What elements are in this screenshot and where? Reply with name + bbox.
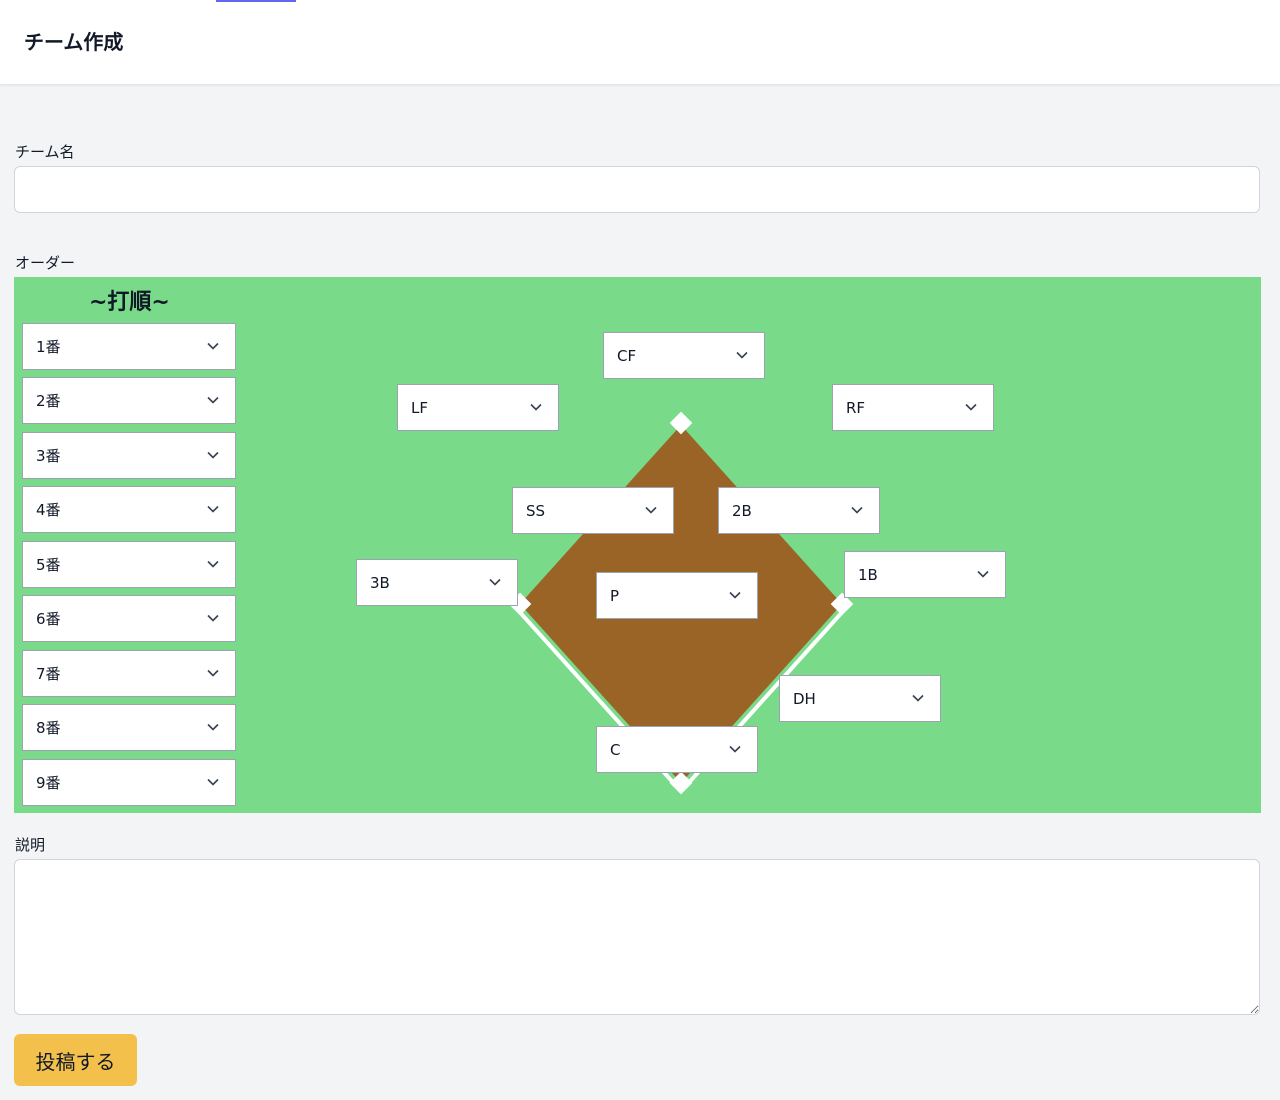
select-value: LF xyxy=(411,399,428,417)
position-1b-select[interactable]: 1B xyxy=(844,551,1006,598)
position-3b-select[interactable]: 3B xyxy=(356,559,518,606)
chevron-down-icon xyxy=(645,506,657,514)
select-value: 9番 xyxy=(36,774,61,792)
select-value: 5番 xyxy=(36,556,61,574)
chevron-down-icon xyxy=(736,351,748,359)
chevron-down-icon xyxy=(851,506,863,514)
position-lf-select[interactable]: LF xyxy=(397,384,559,431)
description-textarea[interactable] xyxy=(14,859,1260,1015)
chevron-down-icon xyxy=(965,403,977,411)
select-value: 3番 xyxy=(36,447,61,465)
batting-slot-4-select[interactable]: 4番 xyxy=(22,486,236,533)
chevron-down-icon xyxy=(912,694,924,702)
select-value: CF xyxy=(617,347,637,365)
home-plate xyxy=(669,771,693,795)
chevron-down-icon xyxy=(207,669,219,677)
chevron-down-icon xyxy=(489,578,501,586)
batting-slot-8-select[interactable]: 8番 xyxy=(22,704,236,751)
batting-slot-6-select[interactable]: 6番 xyxy=(22,595,236,642)
order-label: オーダー xyxy=(15,254,76,272)
chevron-down-icon xyxy=(207,342,219,350)
position-c-select[interactable]: C xyxy=(596,726,758,773)
select-value: 6番 xyxy=(36,610,61,628)
batting-order-title: ~打順~ xyxy=(89,290,170,315)
select-value: DH xyxy=(793,690,816,708)
select-value: P xyxy=(610,587,620,605)
position-p-select[interactable]: P xyxy=(596,572,758,619)
chevron-down-icon xyxy=(977,570,989,578)
select-value: C xyxy=(610,741,621,759)
position-2b-select[interactable]: 2B xyxy=(718,487,880,534)
page-title: チーム作成 xyxy=(24,30,124,54)
nav-accent-indicator xyxy=(216,0,296,2)
position-rf-select[interactable]: RF xyxy=(832,384,994,431)
position-ss-select[interactable]: SS xyxy=(512,487,674,534)
submit-button[interactable]: 投稿する xyxy=(14,1034,137,1086)
team-name-label: チーム名 xyxy=(15,143,75,161)
select-value: 4番 xyxy=(36,501,61,519)
chevron-down-icon xyxy=(729,591,741,599)
batting-slot-1-select[interactable]: 1番 xyxy=(22,323,236,370)
batting-slot-5-select[interactable]: 5番 xyxy=(22,541,236,588)
position-dh-select[interactable]: DH xyxy=(779,675,941,722)
top-navigation-bar: チーム作成 xyxy=(0,0,1280,85)
select-value: RF xyxy=(846,399,866,417)
baseball-field: ~打順~ 1番 2番 3番 4番 5番 6番 7番 8番 9番 CF LF RF… xyxy=(14,277,1261,813)
chevron-down-icon xyxy=(207,505,219,513)
batting-slot-7-select[interactable]: 7番 xyxy=(22,650,236,697)
select-value: 3B xyxy=(370,574,390,592)
chevron-down-icon xyxy=(207,396,219,404)
chevron-down-icon xyxy=(207,451,219,459)
chevron-down-icon xyxy=(207,723,219,731)
batting-slot-9-select[interactable]: 9番 xyxy=(22,759,236,806)
select-value: SS xyxy=(526,502,546,520)
chevron-down-icon xyxy=(207,614,219,622)
select-value: 1番 xyxy=(36,338,61,356)
chevron-down-icon xyxy=(530,403,542,411)
select-value: 2番 xyxy=(36,392,61,410)
chevron-down-icon xyxy=(729,745,741,753)
select-value: 2B xyxy=(732,502,752,520)
select-value: 8番 xyxy=(36,719,61,737)
description-label: 説明 xyxy=(15,836,46,854)
chevron-down-icon xyxy=(207,778,219,786)
position-cf-select[interactable]: CF xyxy=(603,332,765,379)
second-base xyxy=(669,411,693,435)
select-value: 7番 xyxy=(36,665,61,683)
batting-slot-3-select[interactable]: 3番 xyxy=(22,432,236,479)
batting-slot-2-select[interactable]: 2番 xyxy=(22,377,236,424)
select-value: 1B xyxy=(858,566,878,584)
team-name-input[interactable] xyxy=(14,166,1260,213)
chevron-down-icon xyxy=(207,560,219,568)
